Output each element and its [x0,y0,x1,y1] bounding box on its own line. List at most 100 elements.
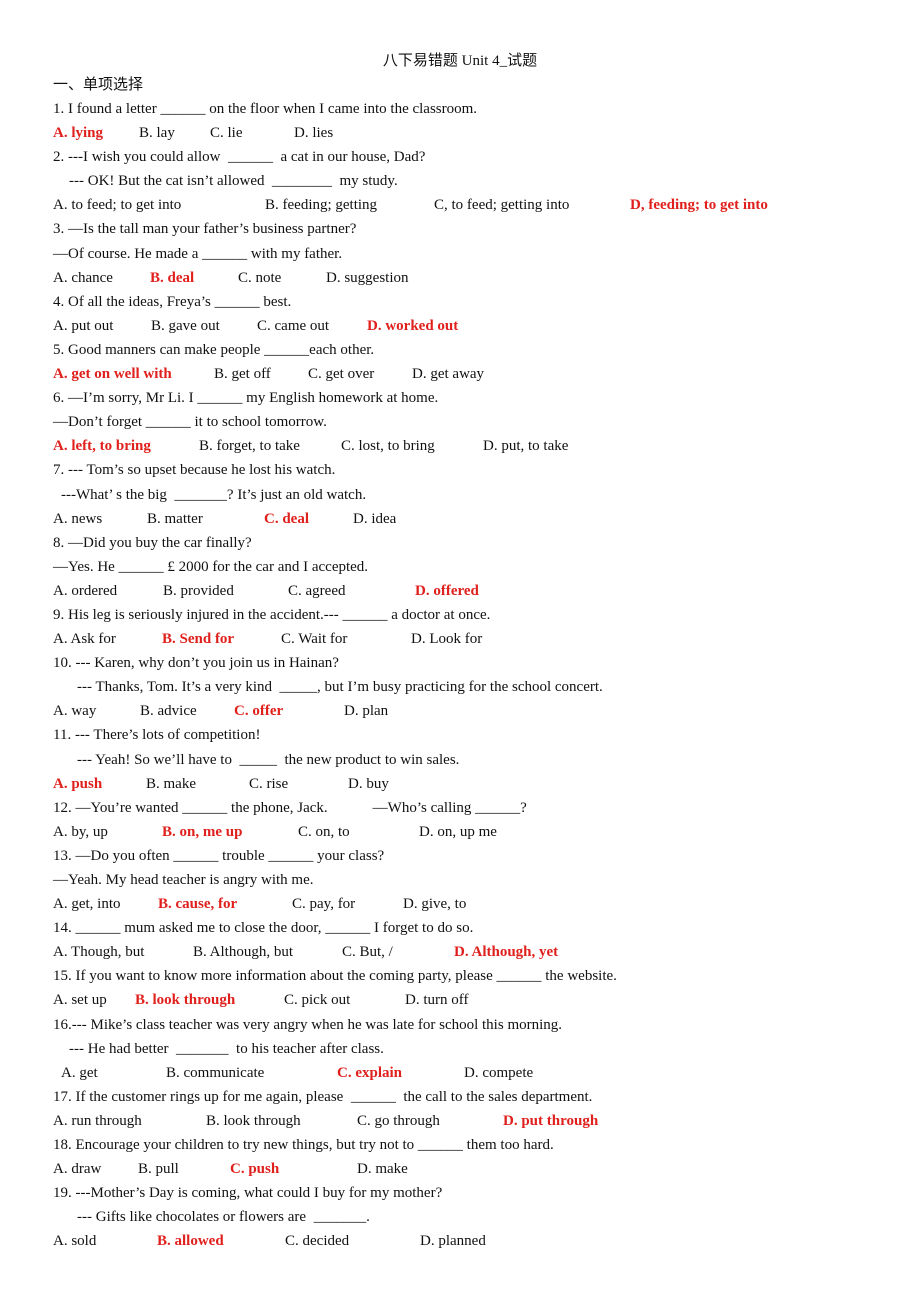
question-stem: 13. —Do you often ______ trouble ______ … [53,847,385,864]
question-stem: 15. If you want to know more information… [53,968,617,985]
option: D. plan [344,703,389,720]
option: B. communicate [166,1064,265,1081]
question-stem: 3. —Is the tall man your father’s busine… [53,221,357,238]
question-2: 2. ---I wish you could allow ______ a ca… [53,148,893,220]
option-correct: B. cause, for [158,896,238,913]
option: D. make [357,1161,408,1178]
option: A. chance [53,269,113,286]
options-row: A. lying B. lay C. lie D. lies [53,124,893,148]
question-stem: 16.--- Mike’s class teacher was very ang… [53,1016,563,1033]
option: B. pull [138,1161,179,1178]
options-row: A. sold B. allowed C. decided D. planned [53,1232,893,1256]
question-8: 8. —Did you buy the car finally? —Yes. He… [53,534,893,606]
question-stem: 4. Of all the ideas, Freya’s ______ best… [53,293,292,310]
question-19: 19. ---Mother’s Day is coming, what coul… [53,1184,893,1256]
question-17: 17. If the customer rings up for me agai… [53,1088,893,1136]
options-row: A. ordered B. provided C. agreed D. offered [53,582,893,606]
option: C. Wait for [281,631,348,648]
question-5: 5. Good manners can make people ______ea… [53,341,893,389]
options-row: A. draw B. pull C. push D. make [53,1160,893,1184]
option: A. ordered [53,582,118,599]
option: A. get, into [53,896,121,913]
question-stem: 18. Encourage your children to try new t… [53,1137,554,1154]
options-row: A. Though, but B. Although, but C. But, / D… [53,943,893,967]
option: B. feeding; getting [265,197,378,214]
option: A. Ask for [53,631,116,648]
question-4: 4. Of all the ideas, Freya’s ______ best… [53,293,893,341]
options-row: A. by, up B. on, me up C. on, to D. on, up … [53,823,893,847]
question-dialogue-line: —Don’t forget ______ it to school tomorr… [53,414,327,431]
question-dialogue-line: --- OK! But the cat isn’t allowed ______… [69,173,398,190]
options-row: A. put out B. gave out C. came out D. worke… [53,317,893,341]
option-correct: B. Send for [162,631,235,648]
option-correct: A. left, to bring [53,438,151,455]
option: B. lay [139,125,175,142]
option: D. turn off [405,992,469,1009]
question-stem: 8. —Did you buy the car finally? [53,534,252,551]
option: D. buy [348,775,389,792]
option: C. go through [357,1112,440,1129]
option: C. rise [249,775,289,792]
option: C. note [238,269,282,286]
options-row: A. news B. matter C. deal D. idea [53,510,893,534]
question-15: 15. If you want to know more information… [53,967,893,1015]
option: A. to feed; to get into [53,197,182,214]
question-dialogue-line: --- He had better _______ to his teacher… [69,1040,384,1057]
option: A. news [53,510,103,527]
question-stem: 2. ---I wish you could allow ______ a ca… [53,149,426,166]
option-correct: A. get on well with [53,366,172,383]
question-stem: 1. I found a letter ______ on the floor … [53,101,478,117]
option: C. decided [285,1233,350,1250]
option: B. make [146,775,196,792]
option: A. get [61,1064,98,1081]
question-13: 13. —Do you often ______ trouble ______ … [53,847,893,919]
option-correct: C. explain [337,1064,403,1081]
document-page: 八下易错题 Unit 4_试题 一、单项选择 1. I found a lett… [0,0,920,1302]
options-row: A. get B. communicate C. explain D. compete [53,1064,893,1088]
options-row: A. set up B. look through C. pick out D. tu… [53,991,893,1015]
question-stem: 11. --- There’s lots of competition! [53,727,261,744]
question-stem: 12. —You’re wanted ______ the phone, Jac… [53,799,527,816]
option: B. Although, but [193,944,294,961]
options-row: A. chance B. deal C. note D. suggestion [53,269,893,293]
option: C. pay, for [292,896,356,913]
option-correct: D. Although, yet [454,944,559,961]
option: A. run through [53,1112,142,1129]
option-correct: C. offer [234,703,284,720]
options-row: A. to feed; to get into B. feeding; getti… [53,196,893,220]
question-list: 1. I found a letter ______ on the floor … [53,100,893,1257]
question-stem: 5. Good manners can make people ______ea… [53,341,375,358]
option: B. forget, to take [199,438,300,455]
options-row: A. get on well with B. get off C. get over… [53,365,893,389]
option: B. gave out [151,317,220,334]
option-correct: B. allowed [157,1233,224,1250]
option: C. agreed [288,582,346,599]
option: D. compete [464,1064,534,1081]
options-row: A. left, to bring B. forget, to take C. lo… [53,437,893,461]
question-11: 11. --- There’s lots of competition! --- … [53,726,893,798]
option-correct: B. look through [135,992,236,1009]
option: D. get away [412,366,485,383]
question-9: 9. His leg is seriously injured in the a… [53,606,893,654]
option: C. get over [308,366,375,383]
option: C. pick out [284,992,351,1009]
question-stem: 10. --- Karen, why don’t you join us in … [53,655,339,672]
option: B. matter [147,510,203,527]
question-3: 3. —Is the tall man your father’s busine… [53,220,893,292]
option: B. look through [206,1112,301,1129]
question-stem: 14. ______ mum asked me to close the doo… [53,920,474,937]
question-dialogue-line: --- Yeah! So we’ll have to _____ the new… [77,751,460,768]
option-correct: C. deal [264,510,309,527]
option: D. lies [294,125,334,142]
question-6: 6. —I’m sorry, Mr Li. I ______ my Englis… [53,389,893,461]
question-dialogue-line: ---What’ s the big _______? It’s just an… [61,486,367,503]
question-12: 12. —You’re wanted ______ the phone, Jac… [53,799,893,847]
option: A. by, up [53,823,108,840]
question-stem: 17. If the customer rings up for me agai… [53,1088,593,1105]
question-stem: 7. --- Tom’s so upset because he lost hi… [53,462,336,479]
option-correct: A. push [53,775,103,792]
option: D. idea [353,510,397,527]
question-dialogue-line: --- Gifts like chocolates or flowers are… [77,1209,370,1226]
question-10: 10. --- Karen, why don’t you join us in … [53,654,893,726]
option-correct: C. push [230,1161,280,1178]
